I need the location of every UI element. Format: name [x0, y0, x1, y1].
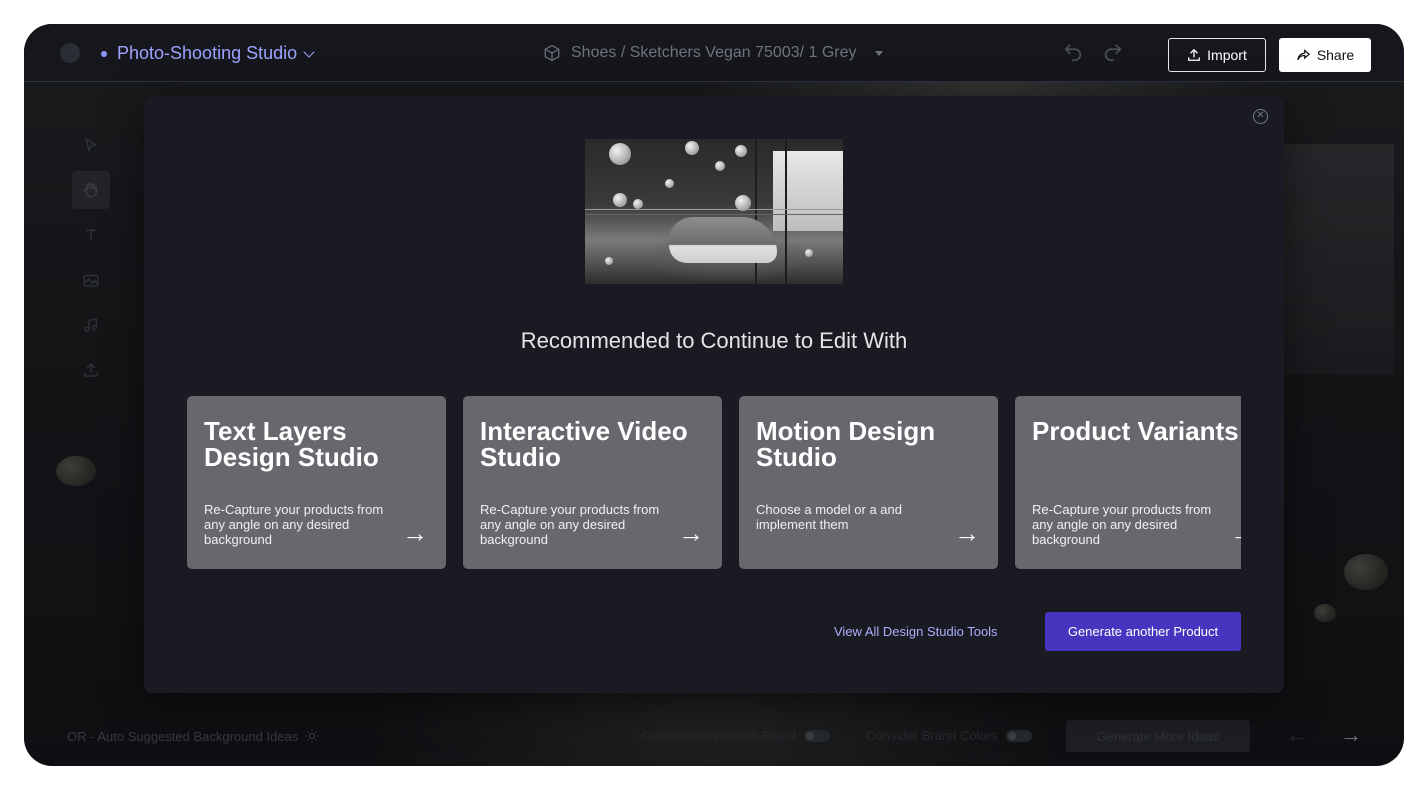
- card-description: Choose a model or a and implement them: [756, 502, 902, 532]
- share-label: Share: [1316, 47, 1355, 63]
- card-title: Interactive Video Studio: [480, 416, 688, 472]
- preview-ball: [665, 179, 674, 188]
- arrow-right-icon: →: [402, 518, 428, 548]
- generate-label: Generate another Product: [1067, 624, 1219, 639]
- share-button[interactable]: Share: [1279, 38, 1371, 72]
- import-button[interactable]: Import: [1168, 38, 1266, 72]
- arrow-right-icon: →: [678, 518, 704, 548]
- close-icon[interactable]: ✕: [1253, 109, 1268, 124]
- undo-icon[interactable]: [1062, 41, 1084, 63]
- view-all-tools-link[interactable]: View All Design Studio Tools: [834, 624, 998, 639]
- card-description: Re-Capture your products from any angle …: [1032, 502, 1212, 547]
- top-bar: Photo-Shooting Studio Shoes / Sketchers …: [24, 24, 1404, 82]
- card-title: Text Layers Design Studio: [204, 416, 379, 472]
- card-title: Motion Design Studio: [756, 416, 936, 472]
- status-dot: [101, 51, 107, 57]
- preview-ball: [735, 145, 747, 157]
- preview-shoe: [669, 217, 777, 263]
- preview-net: [585, 209, 843, 215]
- preview-ball: [609, 143, 631, 165]
- card-title: Product Variants: [1032, 416, 1239, 446]
- card-description: Re-Capture your products from any angle …: [204, 502, 384, 547]
- preview-ball: [735, 195, 751, 211]
- generate-another-product-button[interactable]: Generate another Product: [1045, 612, 1241, 651]
- studio-title: Photo-Shooting Studio: [117, 43, 298, 63]
- card-description: Re-Capture your products from any angle …: [480, 502, 660, 547]
- card-text-layers-studio[interactable]: Text Layers Design Studio Re-Capture you…: [187, 396, 446, 569]
- arrow-right-icon: →: [954, 518, 980, 548]
- preview-ball: [613, 193, 627, 207]
- studio-cards-carousel[interactable]: Text Layers Design Studio Re-Capture you…: [187, 396, 1241, 569]
- redo-icon[interactable]: [1102, 41, 1124, 63]
- logo-icon[interactable]: [60, 43, 80, 63]
- preview-ball: [685, 141, 699, 155]
- product-breadcrumb[interactable]: Shoes / Sketchers Vegan 75003/ 1 Grey: [543, 44, 883, 62]
- upload-icon: [1188, 48, 1201, 61]
- cube-icon: [544, 44, 560, 62]
- preview-ball: [805, 249, 813, 257]
- preview-window: [773, 151, 843, 231]
- preview-ball: [605, 257, 613, 265]
- preview-ball: [633, 199, 643, 209]
- chevron-down-icon: [303, 45, 315, 58]
- card-motion-design-studio[interactable]: Motion Design Studio Choose a model or a…: [739, 396, 998, 569]
- recommendation-modal: ✕ Recommended to Continue to Edit With T…: [144, 96, 1284, 693]
- card-interactive-video-studio[interactable]: Interactive Video Studio Re-Capture your…: [463, 396, 722, 569]
- studio-switcher[interactable]: Photo-Shooting Studio: [117, 43, 315, 64]
- import-label: Import: [1207, 47, 1247, 63]
- preview-ball: [715, 161, 725, 171]
- caret-down-icon: [874, 50, 883, 56]
- breadcrumb-text: Shoes / Sketchers Vegan 75003/ 1 Grey: [571, 44, 857, 61]
- share-icon: [1297, 48, 1310, 60]
- arrow-right-icon: →: [1230, 518, 1241, 549]
- generated-product-preview: [585, 139, 843, 284]
- app-window: Photo-Shooting Studio Shoes / Sketchers …: [24, 24, 1404, 766]
- recommendation-heading: Recommended to Continue to Edit With: [520, 328, 908, 353]
- card-product-variants[interactable]: Product Variants Re-Capture your product…: [1015, 396, 1241, 569]
